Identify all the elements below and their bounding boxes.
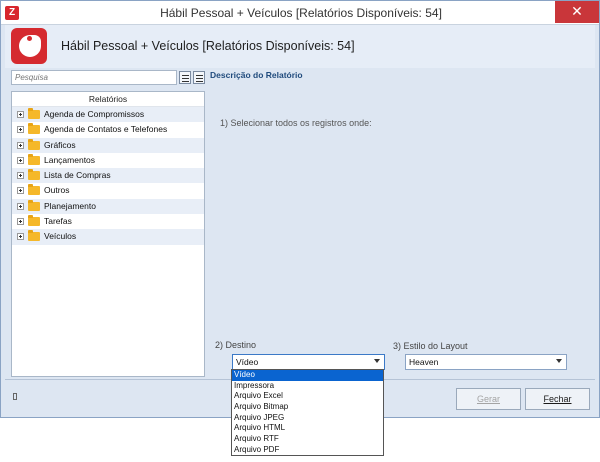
expand-icon[interactable] <box>17 233 24 241</box>
folder-icon <box>28 138 40 150</box>
tree-item[interactable]: Outros <box>12 183 204 198</box>
header-banner: Hábil Pessoal + Veículos [Relatórios Dis… <box>5 25 595 68</box>
tree-item[interactable]: Agenda de Contatos e Telefones <box>12 122 204 137</box>
folder-icon <box>28 215 40 227</box>
expand-icon[interactable] <box>17 156 24 164</box>
expand-icon[interactable] <box>17 202 24 210</box>
expand-icon[interactable] <box>17 172 24 180</box>
tree-item[interactable]: Gráficos <box>12 137 204 153</box>
expand-icon[interactable] <box>17 111 24 118</box>
window-title: Hábil Pessoal + Veículos [Relatórios Dis… <box>160 6 442 20</box>
list-view-button[interactable] <box>179 71 191 84</box>
dropdown-option[interactable]: Vídeo <box>232 370 383 381</box>
dropdown-option[interactable]: Arquivo Excel <box>232 391 383 402</box>
folder-icon <box>28 199 40 211</box>
app-logo-icon <box>11 28 47 64</box>
dropdown-option[interactable]: Impressora <box>232 381 383 392</box>
main-window: Z Hábil Pessoal + Veículos [Relatórios D… <box>0 0 600 418</box>
chevron-down-icon <box>556 359 562 363</box>
folder-icon <box>28 123 40 135</box>
description-title: Descrição do Relatório <box>210 70 303 80</box>
title-bar: Z Hábil Pessoal + Veículos [Relatórios D… <box>1 1 599 25</box>
header-title: Hábil Pessoal + Veículos [Relatórios Dis… <box>61 39 355 53</box>
detail-view-button[interactable] <box>193 71 205 84</box>
tree-item[interactable]: Tarefas <box>12 214 204 229</box>
tree-item[interactable]: Lista de Compras <box>12 168 204 184</box>
destino-dropdown-list: Vídeo Impressora Arquivo Excel Arquivo B… <box>231 369 384 456</box>
dropdown-option[interactable]: Arquivo JPEG <box>232 413 383 424</box>
folder-icon <box>28 230 40 242</box>
estilo-select[interactable]: Heaven <box>405 354 567 370</box>
expand-icon[interactable] <box>17 141 24 149</box>
search-input[interactable] <box>11 70 177 85</box>
estilo-label: 3) Estilo do Layout <box>393 341 468 351</box>
tree-item[interactable]: Lançamentos <box>12 153 204 168</box>
expand-icon[interactable] <box>17 218 24 226</box>
folder-icon <box>28 169 40 181</box>
folder-icon <box>28 108 40 119</box>
status-icon <box>13 393 17 400</box>
dropdown-option[interactable]: Arquivo PDF <box>232 445 383 456</box>
dropdown-option[interactable]: Arquivo Bitmap <box>232 402 383 413</box>
expand-icon[interactable] <box>17 126 24 134</box>
tree-item[interactable]: Agenda de Compromissos <box>12 107 204 123</box>
reports-tree: Relatórios Agenda de Compromissos Agenda… <box>11 91 205 377</box>
expand-icon[interactable] <box>17 187 24 195</box>
destino-label: 2) Destino <box>215 340 257 350</box>
tree-header: Relatórios <box>12 92 204 107</box>
dropdown-option[interactable]: Arquivo RTF <box>232 434 383 445</box>
chevron-down-icon <box>374 359 380 363</box>
folder-icon <box>28 184 40 196</box>
fechar-button[interactable]: Fechar <box>525 388 590 410</box>
tree-item[interactable]: Veículos <box>12 229 204 245</box>
step1-label: 1) Selecionar todos os registros onde: <box>220 118 372 128</box>
destino-select[interactable]: Vídeo <box>232 354 385 370</box>
tree-item[interactable]: Planejamento <box>12 198 204 215</box>
dropdown-option[interactable]: Arquivo HTML <box>232 423 383 434</box>
close-button[interactable]: ✕ <box>555 1 599 23</box>
gerar-button[interactable]: Gerar <box>456 388 521 410</box>
folder-icon <box>28 153 40 165</box>
